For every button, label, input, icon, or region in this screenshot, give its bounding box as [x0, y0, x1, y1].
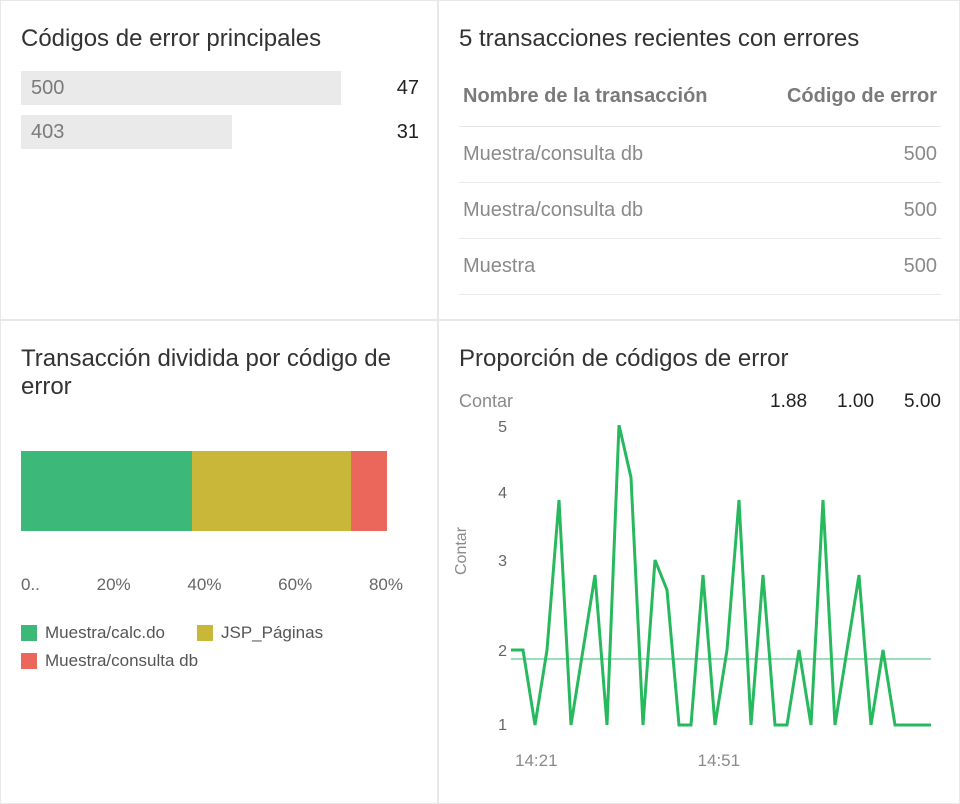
table-row[interactable]: Muestra/consulta db500	[459, 183, 941, 239]
legend-swatch	[21, 653, 37, 669]
stacked-bar-xaxis: 0.. 20% 40% 60% 80%	[21, 575, 403, 595]
cell-error-code: 500	[755, 183, 941, 239]
cell-transaction-name: Muestra/consulta db	[459, 183, 755, 239]
bar-label: 403	[31, 115, 64, 149]
bar-fill	[21, 71, 341, 105]
legend-item[interactable]: Muestra/calc.do	[21, 623, 165, 643]
error-code-bars: 500 47 403 31	[21, 71, 419, 149]
xtick: 14:21	[515, 751, 558, 771]
panel-recent-error-transactions: 5 transacciones recientes con errores No…	[438, 0, 960, 320]
error-transactions-table: Nombre de la transacción Código de error…	[459, 71, 941, 295]
stack-segment	[192, 451, 351, 531]
panel-error-code-proportion: Proporción de códigos de error Contar 1.…	[438, 320, 960, 804]
panel-top-error-codes: Códigos de error principales 500 47 403 31	[0, 0, 438, 320]
bar-value: 47	[369, 77, 419, 100]
line-chart: Contar 5 4 3 2 1	[459, 425, 929, 745]
stack-segment	[351, 451, 387, 531]
bar-track: 403	[21, 115, 369, 149]
error-code-bar-row: 403 31	[21, 115, 419, 149]
panel-title: 5 transacciones recientes con errores	[459, 25, 941, 53]
panel-title: Proporción de códigos de error	[459, 345, 941, 373]
cell-error-code: 500	[755, 127, 941, 183]
line-chart-svg	[511, 425, 931, 745]
panel-transaction-split-by-error: Transacción dividida por código de error…	[0, 320, 438, 804]
legend-item[interactable]: JSP_Páginas	[197, 623, 323, 643]
table-row[interactable]: Muestra/consulta db500	[459, 127, 941, 183]
metric-label: Contar	[459, 391, 740, 412]
metric-summary: Contar 1.88 1.00 5.00	[459, 391, 941, 413]
legend-swatch	[21, 625, 37, 641]
xtick: 20%	[97, 575, 131, 595]
ytick: 3	[487, 553, 507, 571]
ytick: 1	[487, 717, 507, 735]
ytick: 5	[487, 419, 507, 437]
table-row[interactable]: Muestra500	[459, 239, 941, 295]
col-error-code: Código de error	[755, 71, 941, 127]
bar-value: 31	[369, 121, 419, 144]
xtick: 60%	[278, 575, 312, 595]
y-axis-label: Contar	[453, 527, 471, 575]
metric-max: 5.00	[904, 391, 941, 413]
line-chart-xaxis: 14:21 14:51	[459, 751, 941, 771]
stacked-bar-legend: Muestra/calc.do JSP_Páginas Muestra/consul…	[21, 623, 419, 671]
cell-transaction-name: Muestra/consulta db	[459, 127, 755, 183]
bar-label: 500	[31, 71, 64, 105]
xtick: 0..	[21, 575, 40, 595]
line-series	[511, 425, 931, 725]
cell-transaction-name: Muestra	[459, 239, 755, 295]
legend-label: Muestra/consulta db	[45, 651, 198, 671]
bar-track: 500	[21, 71, 369, 105]
metric-avg: 1.88	[770, 391, 807, 413]
legend-item[interactable]: Muestra/consulta db	[21, 651, 198, 671]
panel-title: Códigos de error principales	[21, 25, 419, 53]
xtick: 14:51	[698, 751, 741, 771]
panel-title: Transacción dividida por código de error	[21, 345, 419, 401]
error-code-bar-row: 500 47	[21, 71, 419, 105]
legend-label: Muestra/calc.do	[45, 623, 165, 643]
col-transaction-name: Nombre de la transacción	[459, 71, 755, 127]
legend-label: JSP_Páginas	[221, 623, 323, 643]
metric-min: 1.00	[837, 391, 874, 413]
stack-segment	[21, 451, 192, 531]
cell-error-code: 500	[755, 239, 941, 295]
ytick: 4	[487, 485, 507, 503]
ytick: 2	[487, 643, 507, 661]
stacked-bar	[21, 451, 419, 531]
legend-swatch	[197, 625, 213, 641]
xtick: 80%	[369, 575, 403, 595]
xtick: 40%	[187, 575, 221, 595]
